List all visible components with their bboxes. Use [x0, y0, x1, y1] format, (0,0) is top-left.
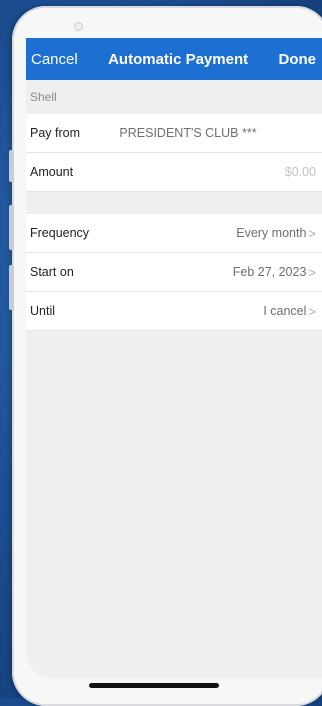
cancel-button[interactable]: Cancel [31, 51, 78, 68]
volume-button [9, 205, 14, 250]
amount-row[interactable]: Amount $0.00 [26, 153, 322, 192]
chevron-right-icon: > [308, 303, 316, 319]
start-on-label: Start on [30, 265, 74, 279]
pay-from-label: Pay from [30, 126, 81, 140]
chevron-right-icon: > [308, 264, 316, 280]
page-title: Automatic Payment [108, 50, 249, 68]
frequency-row[interactable]: Frequency Every month > [26, 214, 322, 253]
app-screen: Cancel Automatic Payment Done Shell Pay … [26, 38, 322, 678]
amount-label: Amount [30, 165, 74, 179]
done-button[interactable]: Done [279, 51, 317, 68]
amount-input[interactable]: $0.00 [285, 165, 316, 179]
until-row[interactable]: Until I cancel > [26, 292, 322, 331]
home-indicator[interactable] [89, 683, 219, 688]
nav-bar: Cancel Automatic Payment Done [26, 38, 322, 80]
volume-button [9, 265, 14, 310]
frequency-label: Frequency [30, 226, 90, 240]
chevron-right-icon: > [308, 225, 316, 241]
camera-dot [74, 22, 83, 31]
until-value: I cancel [263, 304, 307, 318]
start-on-row[interactable]: Start on Feb 27, 2023 > [26, 253, 322, 292]
pay-from-value: PRESIDENT'S CLUB *** [119, 126, 257, 140]
pay-from-row[interactable]: Pay from PRESIDENT'S CLUB *** [26, 114, 322, 153]
until-label: Until [30, 304, 56, 318]
payee-header: Shell [30, 90, 57, 104]
start-on-value: Feb 27, 2023 [232, 265, 307, 279]
volume-button [9, 150, 14, 182]
frequency-value: Every month [236, 226, 307, 240]
